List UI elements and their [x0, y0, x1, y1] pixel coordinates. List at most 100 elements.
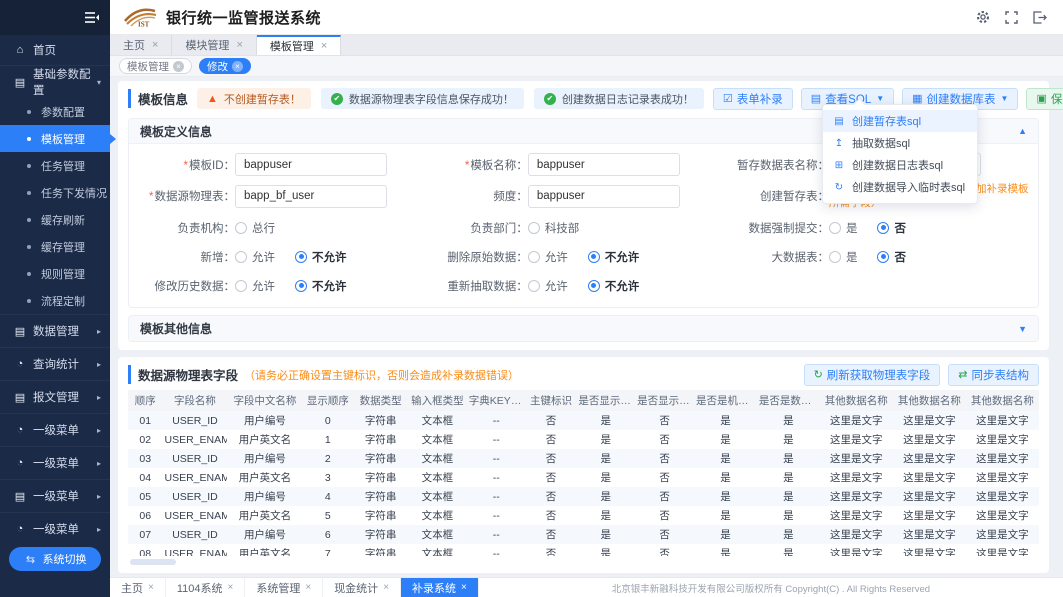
close-icon[interactable]: ×	[461, 582, 467, 593]
collapse-sidebar-icon[interactable]	[84, 11, 100, 24]
tab-module-mgmt[interactable]: 模块管理×	[172, 35, 256, 55]
table-row[interactable]: 05USER_ID用户编号4字符串文本框--否是否是是这里是文字这里是文字这里是…	[128, 487, 1039, 506]
source-physical-table-input[interactable]	[235, 185, 387, 208]
menu-item-extract-data-sql[interactable]: ↥抽取数据sql	[823, 132, 977, 154]
table-cell: USER_ENAME	[162, 544, 227, 556]
menu-item-create-log-table-sql[interactable]: ⊞创建数据日志表sql	[823, 154, 977, 176]
radio-delete-raw-data-option[interactable]: 允许	[528, 249, 568, 265]
save-button[interactable]: ▣保存▼	[1026, 88, 1063, 110]
sidebar-item-task-mgmt[interactable]: 任务管理	[0, 152, 110, 179]
template-name-input[interactable]	[528, 153, 680, 176]
sync-table-structure-button[interactable]: ⇄ 同步表结构	[948, 364, 1039, 386]
menu-item-create-staging-sql[interactable]: ▤创建暂存表sql	[823, 110, 977, 132]
sidebar-item-cache-mgmt[interactable]: 缓存管理	[0, 233, 110, 260]
close-icon[interactable]: ×	[173, 61, 184, 72]
radio-icon	[235, 280, 247, 292]
bottom-tab-supplement-system[interactable]: 补录系统 ×	[401, 578, 479, 597]
field-label-text: 修改历史数据：	[155, 281, 236, 293]
close-icon[interactable]: ×	[321, 40, 327, 52]
source-fields-title: 数据源物理表字段	[128, 365, 238, 384]
radio-force-submit-option[interactable]: 是	[829, 220, 858, 236]
table-row[interactable]: 07USER_ID用户编号6字符串文本框--否是否是是这里是文字这里是文字这里是…	[128, 525, 1039, 544]
sidebar-item-report-mgmt[interactable]: ▤报文管理▸	[0, 380, 110, 413]
sidebar-item-task-dispatch-status[interactable]: 任务下发情况	[0, 179, 110, 206]
close-icon[interactable]: ×	[228, 582, 234, 593]
sidebar-item-process-custom[interactable]: 流程定制	[0, 287, 110, 314]
sidebar-item-label: 报文管理	[33, 389, 79, 405]
table-cell: 是	[694, 506, 757, 525]
table-cell: 是	[576, 411, 635, 430]
refresh-physical-fields-button[interactable]: ↻ 刷新获取物理表字段	[804, 364, 941, 386]
bullet-icon	[27, 164, 31, 168]
close-icon[interactable]: ×	[236, 39, 242, 51]
sidebar-item-level1-menu-2[interactable]: ◔一级菜单▸	[0, 446, 110, 479]
system-switch-button[interactable]: ⇆ 系统切换	[9, 547, 101, 571]
column-header: 字段中文名称	[227, 390, 302, 411]
table-cell: 这里是文字	[966, 525, 1039, 544]
radio-re-extract-data-checked[interactable]: 不允许	[588, 278, 640, 294]
tab-home[interactable]: 主页×	[110, 35, 172, 55]
sidebar-item-basic-params-config[interactable]: ▤基础参数配置▾	[0, 65, 110, 98]
sidebar-item-home[interactable]: ⌂首页	[0, 35, 110, 65]
frequency-input[interactable]	[528, 185, 680, 208]
chip-template-mgmt[interactable]: 模板管理×	[119, 58, 192, 74]
close-icon[interactable]: ×	[152, 39, 158, 51]
app-logo: IST	[122, 4, 158, 31]
table-row[interactable]: 03USER_ID用户编号2字符串文本框--否是否是是这里是文字这里是文字这里是…	[128, 449, 1039, 468]
radio-modify-history-data-option[interactable]: 允许	[235, 278, 275, 294]
bottom-tab-system-mgmt[interactable]: 系统管理×	[245, 578, 323, 597]
radio-re-extract-data-option[interactable]: 允许	[528, 278, 568, 294]
sidebar-item-params-config[interactable]: 参数配置	[0, 98, 110, 125]
table-row[interactable]: 04USER_ENAME用户英文名3字符串文本框--否是否是是这里是文字这里是文…	[128, 468, 1039, 487]
close-icon[interactable]: ×	[148, 582, 154, 593]
radio-modify-history-data-checked[interactable]: 不允许	[295, 278, 347, 294]
fullscreen-icon[interactable]	[1005, 11, 1018, 24]
table-cell: 字符串	[353, 411, 408, 430]
table-cell: 这里是文字	[966, 430, 1039, 449]
sidebar-item-template-mgmt[interactable]: 模板管理	[0, 125, 110, 152]
expand-section-icon[interactable]: ▼	[1018, 324, 1027, 334]
close-icon[interactable]: ×	[232, 61, 243, 72]
table-cell: 否	[635, 487, 694, 506]
table-row[interactable]: 06USER_ENAME用户英文名5字符串文本框--否是否是是这里是文字这里是文…	[128, 506, 1039, 525]
bottom-tab-home[interactable]: 主页×	[110, 578, 166, 597]
doc-icon: ▤	[13, 391, 27, 404]
menu-item-create-import-temp-sql[interactable]: ↻创建数据导入临时表sql	[823, 176, 977, 198]
template-id-input[interactable]	[235, 153, 387, 176]
form-supplement-button[interactable]: ☑表单补录	[713, 88, 793, 110]
collapse-section-icon[interactable]: ▲	[1018, 126, 1027, 136]
column-header: 是否显示在...	[576, 390, 635, 411]
sidebar-item-label: 流程定制	[41, 293, 85, 309]
sidebar-item-cache-refresh[interactable]: 缓存刷新	[0, 206, 110, 233]
settings-icon[interactable]	[976, 10, 990, 24]
sidebar-item-level1-menu-1[interactable]: ◔一级菜单▸	[0, 413, 110, 446]
template-other-title: 模板其他信息	[140, 320, 212, 337]
bottom-tab-label: 补录系统	[412, 580, 456, 596]
table-row[interactable]: 02USER_ENAME用户英文名1字符串文本框--否是否是是这里是文字这里是文…	[128, 430, 1039, 449]
tab-template-mgmt[interactable]: 模板管理×	[257, 35, 341, 55]
sidebar-item-level1-menu-4[interactable]: ◔一级菜单▸	[0, 512, 110, 545]
table-row[interactable]: 01USER_ID用户编号0字符串文本框--否是否是是这里是文字这里是文字这里是…	[128, 411, 1039, 430]
sidebar-item-data-mgmt[interactable]: ▤数据管理▸	[0, 314, 110, 347]
column-header: 显示顺序	[302, 390, 353, 411]
logout-icon[interactable]	[1033, 11, 1047, 24]
close-icon[interactable]: ×	[383, 582, 389, 593]
radio-big-data-table-option[interactable]: 是	[829, 249, 858, 265]
radio-big-data-table-checked[interactable]: 否	[877, 249, 906, 265]
radio-force-submit-checked[interactable]: 否	[877, 220, 906, 236]
horizontal-scrollbar-thumb[interactable]	[130, 559, 176, 565]
close-icon[interactable]: ×	[305, 582, 311, 593]
radio-responsible-org-option[interactable]: 总行	[235, 220, 275, 236]
radio-allow-add-option[interactable]: 允许	[235, 249, 275, 265]
bottom-tab-sys-1104[interactable]: 1104系统×	[166, 578, 246, 597]
sidebar-item-query-stats[interactable]: ◔查询统计▸	[0, 347, 110, 380]
sidebar-item-level1-menu-3[interactable]: ▤一级菜单▸	[0, 479, 110, 512]
radio-responsible-dept-option[interactable]: 科技部	[528, 220, 580, 236]
svg-text:IST: IST	[138, 20, 150, 28]
bottom-tab-cash-stats[interactable]: 现金统计×	[323, 578, 401, 597]
table-row[interactable]: 08USER_ENAME用户英文名7字符串文本框--否是否是是这里是文字这里是文…	[128, 544, 1039, 556]
radio-delete-raw-data-checked[interactable]: 不允许	[588, 249, 640, 265]
chip-edit[interactable]: 修改×	[199, 58, 251, 74]
sidebar-item-rule-mgmt[interactable]: 规则管理	[0, 260, 110, 287]
radio-allow-add-checked[interactable]: 不允许	[295, 249, 347, 265]
